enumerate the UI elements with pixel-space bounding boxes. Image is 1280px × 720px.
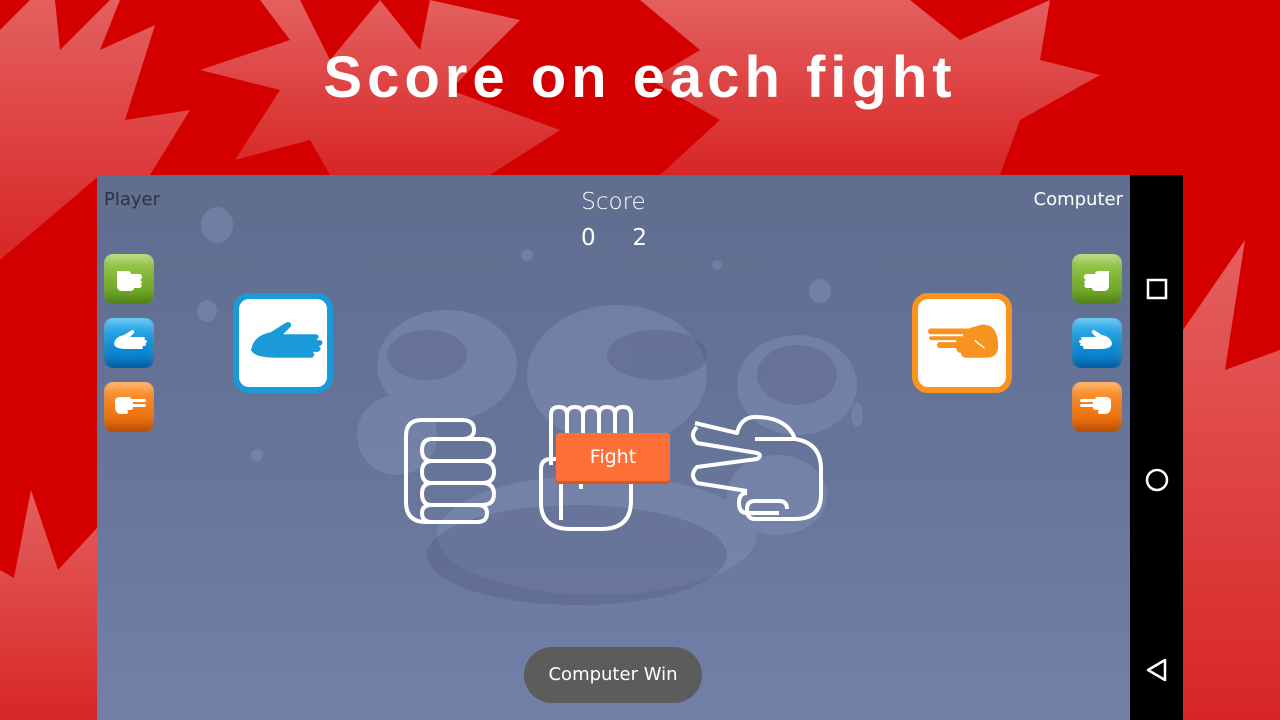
burst-shape-left-lower <box>0 490 97 720</box>
score-title: Score <box>581 189 646 215</box>
player-choice-card <box>233 293 333 393</box>
player-rock-button[interactable] <box>104 254 154 304</box>
player-scissors-button[interactable] <box>104 382 154 432</box>
home-icon[interactable] <box>1144 467 1170 493</box>
computer-rock-button[interactable] <box>1072 254 1122 304</box>
rock-hand-icon <box>1084 271 1109 291</box>
scissors-hand-icon <box>927 324 999 358</box>
device-frame: Player Computer Score 0 2 Fight Computer… <box>97 175 1183 720</box>
result-toast: Computer Win <box>524 647 702 703</box>
player-paper-button[interactable] <box>104 318 154 368</box>
computer-paper-button[interactable] <box>1072 318 1122 368</box>
scissors-hand-icon <box>1080 396 1111 414</box>
promo-title: Score on each fight <box>323 45 957 110</box>
android-navbar <box>1130 175 1183 720</box>
burst-shape-right-lower <box>1183 240 1280 720</box>
recents-icon[interactable] <box>1144 276 1170 302</box>
game-screen: Player Computer Score 0 2 Fight Computer… <box>97 175 1130 720</box>
paper-hand-icon <box>250 322 323 358</box>
scissors-outline-hand[interactable] <box>687 415 827 523</box>
computer-choice-card <box>912 293 1012 393</box>
player-score: 0 <box>581 225 596 251</box>
paper-hand-icon <box>1079 330 1112 349</box>
rock-outline-hand[interactable] <box>402 415 497 525</box>
computer-score: 2 <box>632 225 647 251</box>
fight-button[interactable]: Fight <box>556 433 670 481</box>
paper-hand-icon <box>114 330 147 349</box>
rock-hand-icon <box>117 271 142 291</box>
back-icon[interactable] <box>1144 657 1170 683</box>
score-values: 0 2 <box>581 225 647 251</box>
computer-scissors-button[interactable] <box>1072 382 1122 432</box>
scissors-hand-icon <box>115 396 146 414</box>
